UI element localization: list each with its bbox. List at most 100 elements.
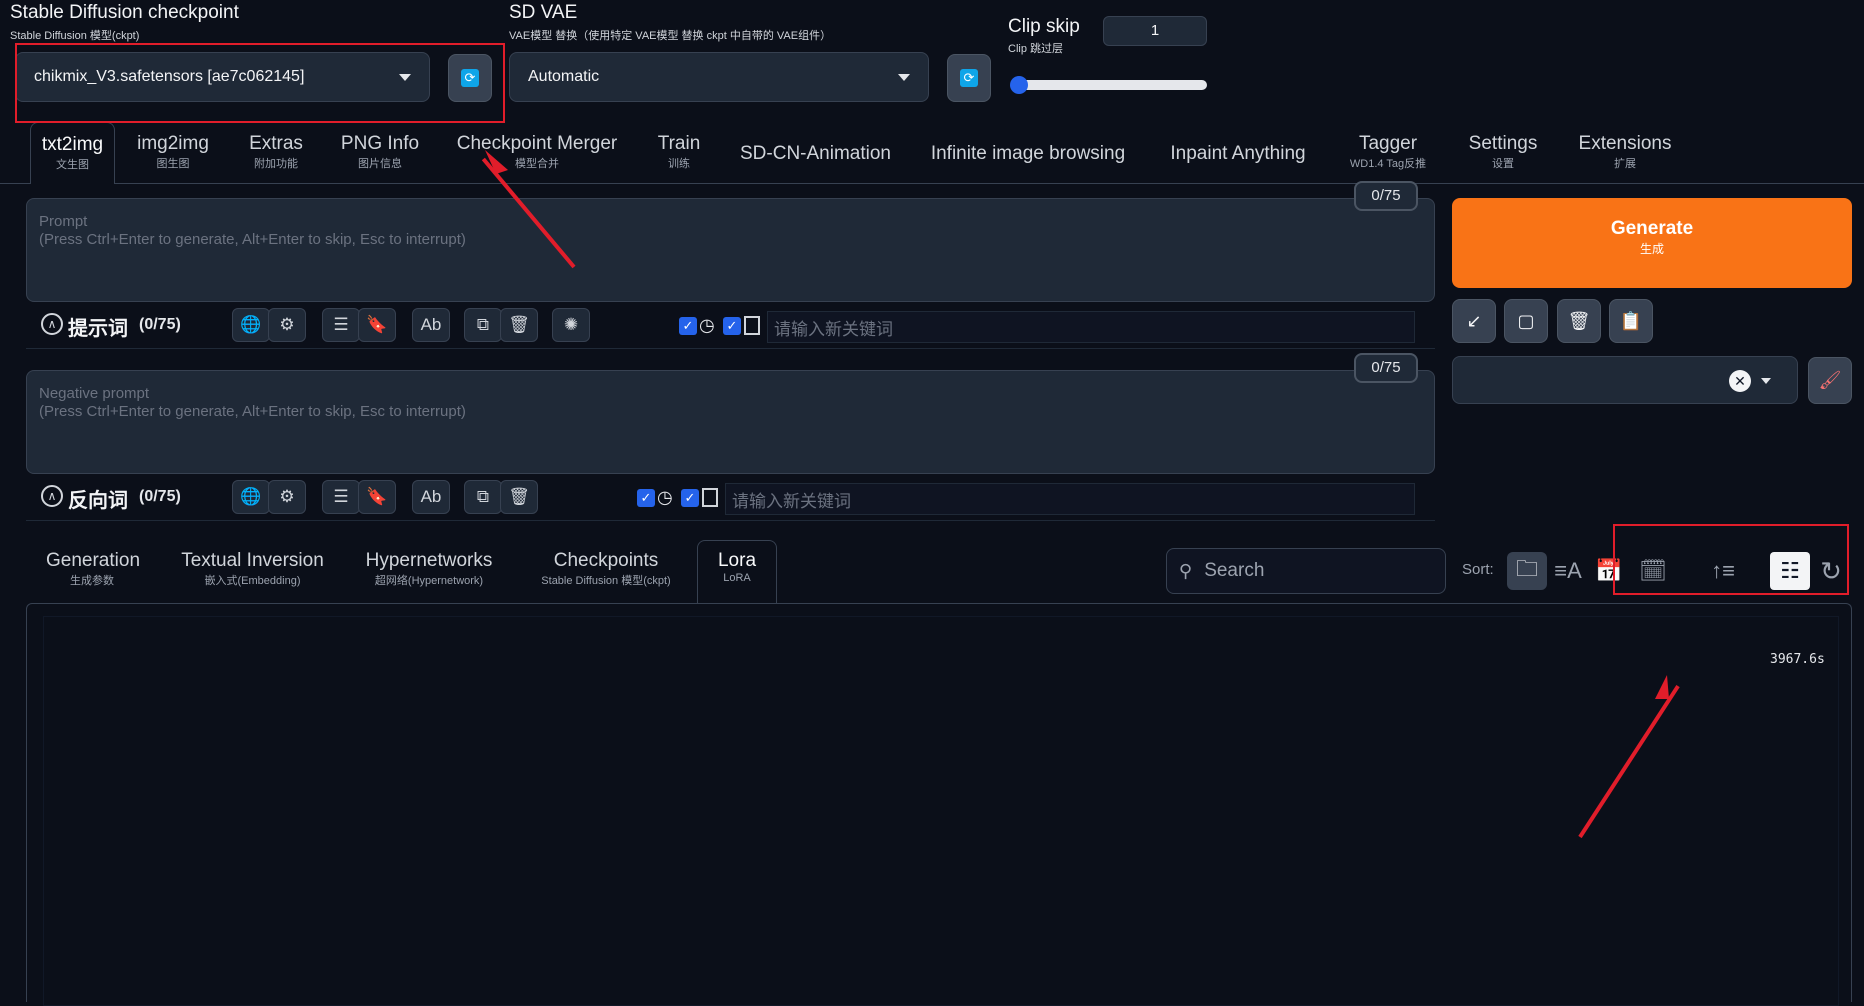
tab-lora[interactable]: Lora LoRA bbox=[697, 540, 777, 603]
trash-icon[interactable]: 🗑 bbox=[500, 308, 538, 342]
collapse-icon[interactable]: ∧ bbox=[41, 313, 63, 335]
tab-label: Settings bbox=[1468, 133, 1538, 154]
clip-skip-number[interactable]: 1 bbox=[1103, 16, 1207, 46]
tab-sublabel: 图生图 bbox=[156, 158, 190, 170]
negative-prompt-placeholder-hint: (Press Ctrl+Enter to generate, Alt+Enter… bbox=[39, 403, 466, 420]
keyword-placeholder: 请输入新关键词 bbox=[774, 319, 893, 339]
clock-icon: ◷ bbox=[699, 315, 715, 335]
tab-label: SD-CN-Animation bbox=[740, 143, 891, 164]
prompt-placeholder: Prompt bbox=[39, 213, 88, 230]
tab-label: Textual Inversion bbox=[181, 550, 324, 571]
annotation-arrowhead-1 bbox=[485, 150, 508, 174]
tab-tagger[interactable]: Tagger WD1.4 Tag反推 bbox=[1346, 133, 1430, 171]
clip-skip-slider[interactable] bbox=[1010, 76, 1207, 94]
tab-generation[interactable]: Generation 生成参数 bbox=[46, 550, 140, 588]
tab-settings[interactable]: Settings 设置 bbox=[1466, 133, 1540, 171]
gear-icon[interactable]: ⚙ bbox=[268, 308, 306, 342]
translate-globe-icon[interactable]: 🌐 bbox=[232, 480, 270, 514]
tab-sublabel: 扩展 bbox=[1614, 158, 1636, 170]
tab-sublabel: LoRA bbox=[723, 572, 751, 584]
tab-label: Checkpoints bbox=[553, 550, 659, 571]
chevron-down-icon bbox=[1761, 378, 1771, 384]
tab-label: Inpaint Anything bbox=[1170, 143, 1306, 164]
negative-keyword-input[interactable]: 请输入新关键词 bbox=[725, 483, 1415, 515]
history-list-icon[interactable]: ☰ bbox=[322, 308, 360, 342]
panel-icon bbox=[702, 488, 718, 507]
tab-label: Hypernetworks bbox=[365, 550, 493, 571]
chevron-down-icon bbox=[898, 73, 910, 81]
annotation-arrowhead-2 bbox=[1655, 675, 1669, 699]
prompt-keyword-input[interactable]: 请输入新关键词 bbox=[767, 311, 1415, 343]
prompt-placeholder-hint: (Press Ctrl+Enter to generate, Alt+Enter… bbox=[39, 231, 466, 248]
tab-label: Train bbox=[657, 133, 701, 154]
tab-hypernetworks[interactable]: Hypernetworks 超网络(Hypernetwork) bbox=[362, 550, 496, 588]
sort-alpha-icon[interactable]: ≡A bbox=[1553, 555, 1583, 587]
openai-icon[interactable]: ✺ bbox=[552, 308, 590, 342]
prompt-toolbar: ∧ 提示词 (0/75) 🌐 ⚙ ☰ 🔖 Ab ⧉ 🗑 ✺ ✓ ◷ ✓ 请输入新… bbox=[26, 305, 1435, 349]
tab-inpaint-anything[interactable]: Inpaint Anything bbox=[1165, 143, 1311, 165]
checkbox-panel[interactable]: ✓ bbox=[723, 317, 741, 335]
collapse-icon[interactable]: ∧ bbox=[41, 485, 63, 507]
copy-icon[interactable]: ⧉ bbox=[464, 480, 502, 514]
clip-skip-slider-thumb[interactable] bbox=[1010, 76, 1028, 94]
paintbrush-icon[interactable]: 🖌 bbox=[1808, 357, 1852, 404]
sort-label: Sort: bbox=[1462, 561, 1494, 578]
vae-label: SD VAE bbox=[509, 2, 578, 23]
refresh-icon: ⟳ bbox=[960, 69, 978, 87]
negative-prompt-placeholder: Negative prompt bbox=[39, 385, 150, 402]
generate-label: Generate bbox=[1610, 218, 1694, 239]
gear-icon[interactable]: ⚙ bbox=[268, 480, 306, 514]
bookmark-icon[interactable]: 🔖 bbox=[358, 308, 396, 342]
negative-prompt-textarea[interactable]: Negative prompt (Press Ctrl+Enter to gen… bbox=[26, 370, 1435, 474]
tab-sublabel: 超网络(Hypernetwork) bbox=[374, 575, 484, 587]
square-icon[interactable]: ▢ bbox=[1504, 299, 1548, 343]
tab-checkpoints[interactable]: Checkpoints Stable Diffusion 模型(ckpt) bbox=[535, 550, 677, 588]
search-placeholder: Search bbox=[1204, 560, 1265, 581]
tab-label: PNG Info bbox=[340, 133, 420, 154]
generate-button[interactable]: Generate 生成 bbox=[1452, 198, 1852, 288]
tab-infinite-image-browsing[interactable]: Infinite image browsing bbox=[928, 143, 1128, 165]
vae-dropdown[interactable]: Automatic bbox=[509, 52, 929, 102]
translate-ab-icon[interactable]: Ab bbox=[412, 308, 450, 342]
panel-icon bbox=[744, 316, 760, 335]
tab-sublabel: 嵌入式(Embedding) bbox=[204, 575, 301, 587]
tab-textual-inversion[interactable]: Textual Inversion 嵌入式(Embedding) bbox=[180, 550, 325, 588]
tab-extras[interactable]: Extras 附加功能 bbox=[240, 133, 312, 171]
checkbox-auto[interactable]: ✓ bbox=[679, 317, 697, 335]
bookmark-icon[interactable]: 🔖 bbox=[358, 480, 396, 514]
search-input[interactable]: ⚲ Search bbox=[1166, 548, 1446, 594]
negative-toolbar-title: 反向词 bbox=[68, 490, 128, 512]
tab-label: Infinite image browsing bbox=[930, 143, 1126, 164]
prompt-token-counter: 0/75 bbox=[1354, 181, 1418, 211]
arrow-down-left-icon[interactable]: ↙ bbox=[1452, 299, 1496, 343]
vae-refresh-button[interactable]: ⟳ bbox=[947, 54, 991, 102]
styles-dropdown[interactable]: ✕ bbox=[1452, 356, 1798, 404]
translate-globe-icon[interactable]: 🌐 bbox=[232, 308, 270, 342]
translate-ab-icon[interactable]: Ab bbox=[412, 480, 450, 514]
folder-search-icon[interactable]: 🗀 bbox=[1507, 552, 1547, 590]
generate-sublabel: 生成 bbox=[1639, 242, 1664, 256]
clear-x-icon[interactable]: ✕ bbox=[1729, 370, 1751, 392]
prompt-toolbar-title: 提示词 bbox=[68, 318, 128, 340]
trash-icon[interactable]: 🗑 bbox=[1557, 299, 1601, 343]
tab-train[interactable]: Train 训练 bbox=[652, 133, 706, 171]
copy-icon[interactable]: ⧉ bbox=[464, 308, 502, 342]
clipboard-icon[interactable]: 📋 bbox=[1609, 299, 1653, 343]
checkbox-panel[interactable]: ✓ bbox=[681, 489, 699, 507]
tab-label: Lora bbox=[717, 550, 757, 571]
history-list-icon[interactable]: ☰ bbox=[322, 480, 360, 514]
checkbox-auto[interactable]: ✓ bbox=[637, 489, 655, 507]
tab-label: Extras bbox=[249, 133, 303, 154]
tab-png-info[interactable]: PNG Info 图片信息 bbox=[338, 133, 422, 171]
trash-icon[interactable]: 🗑 bbox=[500, 480, 538, 514]
negative-toolbar-count: (0/75) bbox=[139, 488, 181, 505]
checkpoint-sublabel: Stable Diffusion 模型(ckpt) bbox=[10, 30, 140, 42]
tab-txt2img[interactable]: txt2img 文生图 bbox=[30, 122, 115, 184]
checkpoint-label: Stable Diffusion checkpoint bbox=[10, 2, 239, 23]
prompt-toolbar-count: (0/75) bbox=[139, 316, 181, 333]
prompt-textarea[interactable]: Prompt (Press Ctrl+Enter to generate, Al… bbox=[26, 198, 1435, 302]
tab-sd-cn-animation[interactable]: SD-CN-Animation bbox=[740, 143, 891, 165]
tab-img2img[interactable]: img2img 图生图 bbox=[130, 133, 216, 171]
tab-sublabel: 附加功能 bbox=[254, 158, 298, 170]
tab-extensions[interactable]: Extensions 扩展 bbox=[1578, 133, 1672, 171]
